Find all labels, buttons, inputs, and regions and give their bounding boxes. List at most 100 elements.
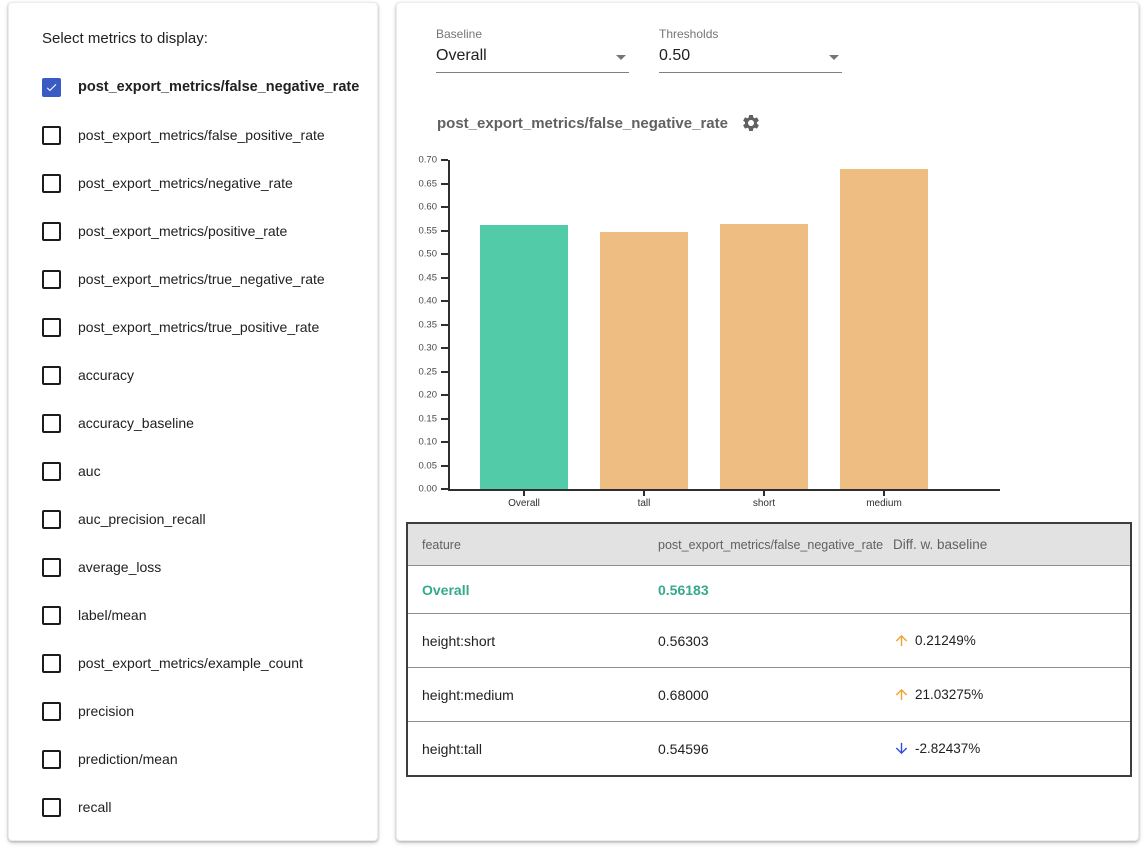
metric-checkbox[interactable] [42, 558, 61, 577]
y-axis-tick [441, 347, 448, 349]
metric-label: auc_precision_recall [78, 511, 206, 527]
metric-item[interactable]: recall [42, 783, 363, 831]
metric-checkbox[interactable] [42, 78, 61, 97]
metric-label: label/mean [78, 607, 147, 623]
metric-checkbox[interactable] [42, 270, 61, 289]
metric-checkbox[interactable] [42, 174, 61, 193]
metric-item[interactable]: auc_precision_recall [42, 495, 363, 543]
x-axis-label: medium [824, 498, 944, 509]
value-cell: 0.54596 [658, 741, 893, 757]
y-axis-tick-label: 0.30 [419, 343, 438, 354]
metric-label: post_export_metrics/false_negative_rate [78, 79, 359, 95]
y-axis-tick [441, 394, 448, 396]
metric-label: recall [78, 799, 111, 815]
metric-label: accuracy [78, 367, 134, 383]
bar-short[interactable] [720, 224, 808, 489]
metric-item[interactable]: post_export_metrics/positive_rate [42, 207, 363, 255]
feature-cell: height:tall [408, 741, 658, 757]
bar-tall[interactable] [600, 232, 688, 489]
metric-item[interactable]: post_export_metrics/false_positive_rate [42, 111, 363, 159]
baseline-select-label: Baseline [436, 27, 629, 41]
diff-cell: 21.03275% [893, 686, 1130, 703]
y-axis-tick-label: 0.15 [419, 413, 438, 424]
feature-cell: height:medium [408, 687, 658, 703]
table-row: height:short0.563030.21249% [408, 613, 1130, 667]
thresholds-select-value: 0.50 [659, 47, 690, 65]
y-axis-tick [441, 206, 448, 208]
y-axis-tick [441, 300, 448, 302]
settings-gear-icon[interactable] [741, 113, 761, 133]
diff-value: -2.82437% [915, 741, 980, 756]
y-axis-tick [441, 230, 448, 232]
metric-label: post_export_metrics/false_positive_rate [78, 127, 325, 143]
arrow-up-icon [893, 632, 910, 649]
feature-cell: height:short [408, 633, 658, 649]
metric-checkbox[interactable] [42, 654, 61, 673]
metric-item[interactable]: post_export_metrics/negative_rate [42, 159, 363, 207]
bar-Overall[interactable] [480, 225, 568, 489]
metric-checkbox[interactable] [42, 750, 61, 769]
y-axis-tick-label: 0.50 [419, 249, 438, 260]
diff-value: 21.03275% [915, 687, 983, 702]
metric-checkbox[interactable] [42, 222, 61, 241]
metric-item[interactable]: accuracy_baseline [42, 399, 363, 447]
header-feature: feature [408, 538, 658, 552]
y-axis-tick-label: 0.25 [419, 366, 438, 377]
metric-checkbox[interactable] [42, 702, 61, 721]
metric-item[interactable]: post_export_metrics/true_negative_rate [42, 255, 363, 303]
diff-cell: 0.21249% [893, 632, 1130, 649]
metric-item[interactable]: auc [42, 447, 363, 495]
check-icon [45, 81, 58, 94]
metric-checkbox[interactable] [42, 798, 61, 817]
diff-cell: -2.82437% [893, 740, 1130, 757]
metric-checkbox[interactable] [42, 414, 61, 433]
bar-chart: 0.000.050.100.150.200.250.300.350.400.45… [397, 135, 1138, 511]
y-axis-tick [441, 277, 448, 279]
dropdown-arrow-icon [616, 47, 626, 65]
metric-label: auc [78, 463, 101, 479]
y-axis-tick-label: 0.40 [419, 296, 438, 307]
metric-item[interactable]: accuracy [42, 351, 363, 399]
metric-label: post_export_metrics/example_count [78, 655, 303, 671]
value-cell: 0.56183 [658, 582, 893, 598]
y-axis-tick-label: 0.20 [419, 390, 438, 401]
metric-checkbox[interactable] [42, 462, 61, 481]
value-cell: 0.68000 [658, 687, 893, 703]
header-metric: post_export_metrics/false_negative_rate [658, 538, 893, 552]
metric-item[interactable]: post_export_metrics/false_negative_rate [42, 63, 363, 111]
metric-item[interactable]: label/mean [42, 591, 363, 639]
metric-label: average_loss [78, 559, 161, 575]
metric-checkbox[interactable] [42, 318, 61, 337]
y-axis-tick [441, 465, 448, 467]
baseline-select[interactable]: Baseline Overall [436, 27, 629, 73]
metric-item[interactable]: post_export_metrics/true_positive_rate [42, 303, 363, 351]
table-body: Overall0.56183height:short0.563030.21249… [408, 565, 1130, 775]
baseline-select-value: Overall [436, 47, 487, 65]
metric-item[interactable]: precision [42, 687, 363, 735]
metric-label: prediction/mean [78, 751, 178, 767]
metrics-table: feature post_export_metrics/false_negati… [406, 522, 1132, 777]
x-axis-tick [643, 489, 645, 496]
thresholds-select[interactable]: Thresholds 0.50 [659, 27, 842, 73]
y-axis-tick-label: 0.35 [419, 319, 438, 330]
metric-item[interactable]: post_export_metrics/example_count [42, 639, 363, 687]
metric-label: post_export_metrics/negative_rate [78, 175, 293, 191]
metric-item[interactable]: prediction/mean [42, 735, 363, 783]
table-row: height:tall0.54596 -2.82437% [408, 721, 1130, 775]
results-panel: Baseline Overall Thresholds 0.50 post_ex… [396, 2, 1139, 841]
metric-checkbox[interactable] [42, 510, 61, 529]
y-axis-tick-label: 0.65 [419, 178, 438, 189]
metric-item[interactable]: average_loss [42, 543, 363, 591]
metric-selector-panel: Select metrics to display: post_export_m… [8, 2, 378, 841]
y-axis-tick-label: 0.05 [419, 460, 438, 471]
x-axis-tick [763, 489, 765, 496]
controls-row: Baseline Overall Thresholds 0.50 [436, 27, 1138, 73]
metric-checkbox[interactable] [42, 606, 61, 625]
metric-checkbox[interactable] [42, 366, 61, 385]
arrow-up-icon [893, 686, 910, 703]
metric-checkbox[interactable] [42, 126, 61, 145]
x-axis-label: Overall [464, 498, 584, 509]
x-axis-tick [883, 489, 885, 496]
value-cell: 0.56303 [658, 633, 893, 649]
bar-medium[interactable] [840, 169, 928, 489]
